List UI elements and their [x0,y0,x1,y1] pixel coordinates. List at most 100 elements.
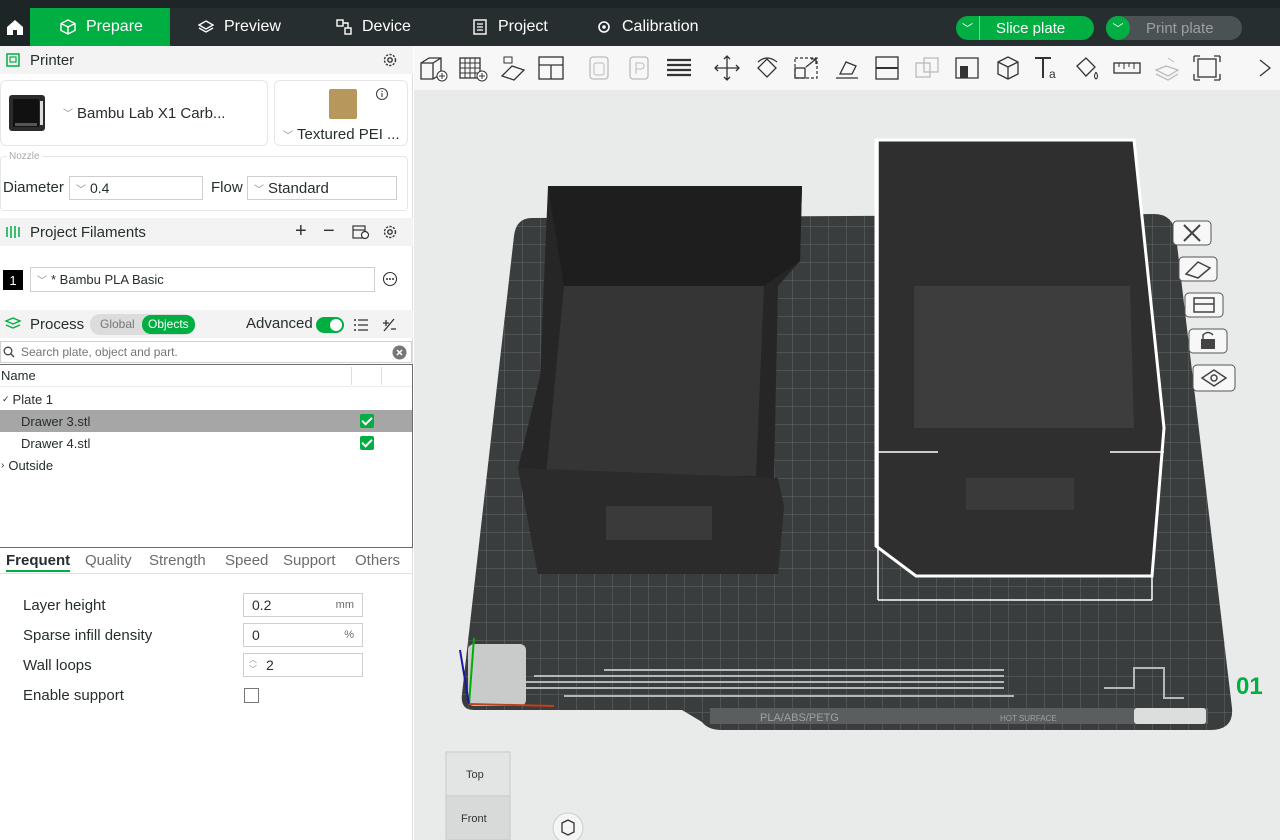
wall-loops-stepper[interactable]: ︿ ﹀ 2 [243,653,363,677]
list-view-icon[interactable] [353,317,369,333]
sync-filament-icon[interactable] [352,224,370,240]
tab-support[interactable]: Support [283,552,336,569]
variable-layer-icon[interactable] [952,54,982,82]
search-icon [3,346,15,358]
process-mode-switch[interactable]: Global Objects [90,314,195,335]
chevron-down-icon[interactable]: ﹀ [1106,16,1130,40]
gear-icon[interactable] [382,52,398,68]
printer-section-header: Printer [0,46,413,74]
rotate-icon[interactable] [752,54,782,82]
left-panel: Printer ﹀ Bambu Lab X1 Carb... ﹀ Texture… [0,46,413,840]
search-bar[interactable] [0,341,412,363]
chevron-down-icon: ﹀ [63,109,73,120]
tree-item-drawer-3[interactable]: Drawer 3.stl [0,410,412,432]
split-parts-icon[interactable] [624,54,654,82]
plate-label-end [1134,708,1206,724]
printer-selector[interactable]: ﹀ Bambu Lab X1 Carb... [0,80,268,146]
gear-icon[interactable] [382,224,398,240]
tab-label: Calibration [622,18,699,35]
slice-plate-button[interactable]: ﹀ Slice plate [956,16,1094,40]
chevron-down-icon[interactable]: ﹀ [956,16,980,40]
scale-icon[interactable] [792,54,822,82]
section-title: Printer [30,51,75,69]
section-title: Project Filaments [30,223,146,241]
layer-height-input[interactable]: 0.2 mm [243,593,363,617]
add-object-icon[interactable] [418,54,448,82]
tab-others[interactable]: Others [355,552,400,569]
scene-canvas[interactable]: 01 PLA/ABS/PETG HOT SURFACE Top Front [414,46,1280,840]
percent-tool-icon[interactable] [381,317,397,333]
printer-name: Bambu Lab X1 Carb... [77,105,226,122]
filament-select[interactable]: ﹀ * Bambu PLA Basic [30,267,375,292]
origin-corner [468,644,526,706]
diameter-label: Diameter [3,179,64,196]
home-button[interactable] [0,8,30,46]
advanced-toggle[interactable] [316,317,344,333]
tab-device[interactable]: Device [324,8,423,46]
lock-icon[interactable] [1188,328,1228,354]
cut-icon[interactable] [872,54,902,82]
process-tabs: Frequent Quality Strength Speed Support … [0,548,413,574]
chevron-down-icon[interactable]: ✓ [0,394,13,405]
tree-item-plate-1[interactable]: ✓ Plate 1 [0,388,412,410]
measure-icon[interactable] [1112,54,1142,82]
close-icon[interactable] [1172,220,1212,246]
boolean-icon[interactable] [912,54,942,82]
auto-orient-icon[interactable] [498,54,528,82]
move-icon[interactable] [712,54,742,82]
printable-checkbox[interactable] [360,414,374,428]
tab-preview[interactable]: Preview [186,8,293,46]
tree-header: Name [0,365,412,387]
more-tools-icon[interactable] [1250,54,1280,82]
add-plate-icon[interactable] [458,54,488,82]
color-paint-icon[interactable] [1072,54,1102,82]
tree-item-drawer-4[interactable]: Drawer 4.stl [0,432,412,454]
lay-on-face-icon[interactable] [832,54,862,82]
printer-icon [6,53,20,67]
chevron-right-icon[interactable]: › [0,460,8,471]
plate-marking-secondary: HOT SURFACE [1000,714,1057,723]
fit-view-icon[interactable] [1192,54,1222,82]
process-icon [4,317,22,329]
tree-item-outside[interactable]: › Outside [0,454,412,476]
view-mode-icon[interactable] [1192,364,1236,392]
printable-checkbox[interactable] [360,436,374,450]
arrange-all-icon[interactable] [536,54,566,82]
diameter-select[interactable]: ﹀ 0.4 [69,176,203,200]
arrange-icon[interactable] [1178,256,1218,282]
more-options-icon[interactable] [382,271,398,287]
plate-type-selector[interactable]: ﹀ Textured PEI ... [274,80,408,146]
assembly-icon[interactable] [1152,54,1182,82]
cube-icon [60,19,76,35]
stepper-arrows-icon[interactable]: ︿ ﹀ [249,655,257,675]
flow-select[interactable]: ﹀ Standard [247,176,397,200]
mode-global[interactable]: Global [100,317,135,331]
print-plate-button[interactable]: ﹀ Print plate [1106,16,1242,40]
tab-strength[interactable]: Strength [149,552,206,569]
mode-objects[interactable]: Objects [142,315,195,334]
tab-project[interactable]: Project [460,8,560,46]
sparse-infill-input[interactable]: 0 % [243,623,363,647]
text-tool-icon[interactable]: a [1032,54,1062,82]
top-bar: Prepare Preview Device Project Calibrati… [0,0,1280,46]
chevron-down-icon: ﹀ [76,184,86,196]
3d-viewport[interactable]: 01 PLA/ABS/PETG HOT SURFACE Top Front a [414,46,1280,840]
layers-editing-icon[interactable] [664,54,694,82]
object-drawer-4 [874,138,1166,601]
tab-prepare[interactable]: Prepare [30,8,170,46]
search-input[interactable] [21,345,381,359]
nozzle-legend: Nozzle [7,151,42,162]
split-objects-icon[interactable] [584,54,614,82]
support-paint-icon[interactable] [992,54,1022,82]
tab-calibration[interactable]: Calibration [584,8,710,46]
tab-frequent[interactable]: Frequent [6,552,71,572]
project-icon [473,19,487,35]
remove-filament-button[interactable]: − [323,220,335,243]
add-filament-button[interactable]: + [295,220,307,243]
tab-quality[interactable]: Quality [85,552,132,569]
info-icon[interactable] [375,87,389,101]
tab-speed[interactable]: Speed [225,552,268,569]
enable-support-checkbox[interactable] [244,688,259,703]
clear-search-icon[interactable] [392,345,407,360]
layout-icon[interactable] [1184,292,1224,318]
